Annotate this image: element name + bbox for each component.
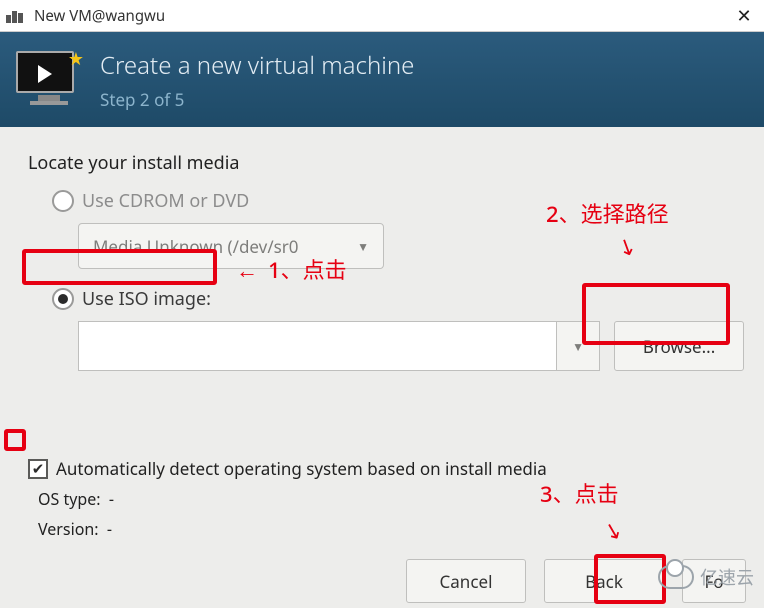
annotation-arrow-2: ↘ [613, 229, 642, 264]
radio-iso[interactable] [52, 288, 74, 310]
annotation-box-checkbox [4, 429, 26, 451]
caret-down-icon: ▼ [572, 338, 584, 355]
caret-down-icon: ▼ [357, 238, 369, 255]
wizard-header: ★ Create a new virtual machine Step 2 of… [0, 32, 764, 127]
os-type-row: OS type: - [38, 488, 744, 510]
back-button[interactable]: Back [544, 559, 664, 603]
radio-cdrom[interactable] [52, 190, 74, 212]
os-version-row: Version: - [38, 518, 744, 540]
section-title: Locate your install media [28, 151, 744, 175]
cancel-button[interactable]: Cancel [406, 559, 526, 603]
autodetect-checkbox[interactable]: ✔ [28, 459, 48, 479]
autodetect-label: Automatically detect operating system ba… [56, 457, 547, 480]
radio-cdrom-label: Use CDROM or DVD [82, 189, 249, 213]
browse-button[interactable]: Browse... [614, 321, 744, 371]
window-title: New VM@wangwu [34, 6, 165, 26]
media-combo[interactable]: Media Unknown (/dev/sr0 ▼ [78, 223, 384, 269]
app-icon [6, 9, 26, 23]
media-combo-value: Media Unknown (/dev/sr0 [93, 235, 299, 258]
iso-path-input[interactable] [78, 321, 556, 371]
close-icon[interactable]: ✕ [730, 2, 758, 30]
cloud-icon [658, 565, 694, 589]
header-title: Create a new virtual machine [100, 49, 414, 82]
wizard-footer: Cancel Back Fo [0, 554, 764, 608]
radio-iso-label: Use ISO image: [82, 287, 211, 311]
titlebar: New VM@wangwu ✕ [0, 0, 764, 32]
iso-path-dropdown[interactable]: ▼ [556, 321, 600, 371]
wizard-body: Locate your install media Use CDROM or D… [0, 127, 764, 608]
monitor-icon: ★ [16, 51, 82, 109]
header-step: Step 2 of 5 [100, 88, 414, 111]
watermark: 亿速云 [658, 564, 754, 590]
